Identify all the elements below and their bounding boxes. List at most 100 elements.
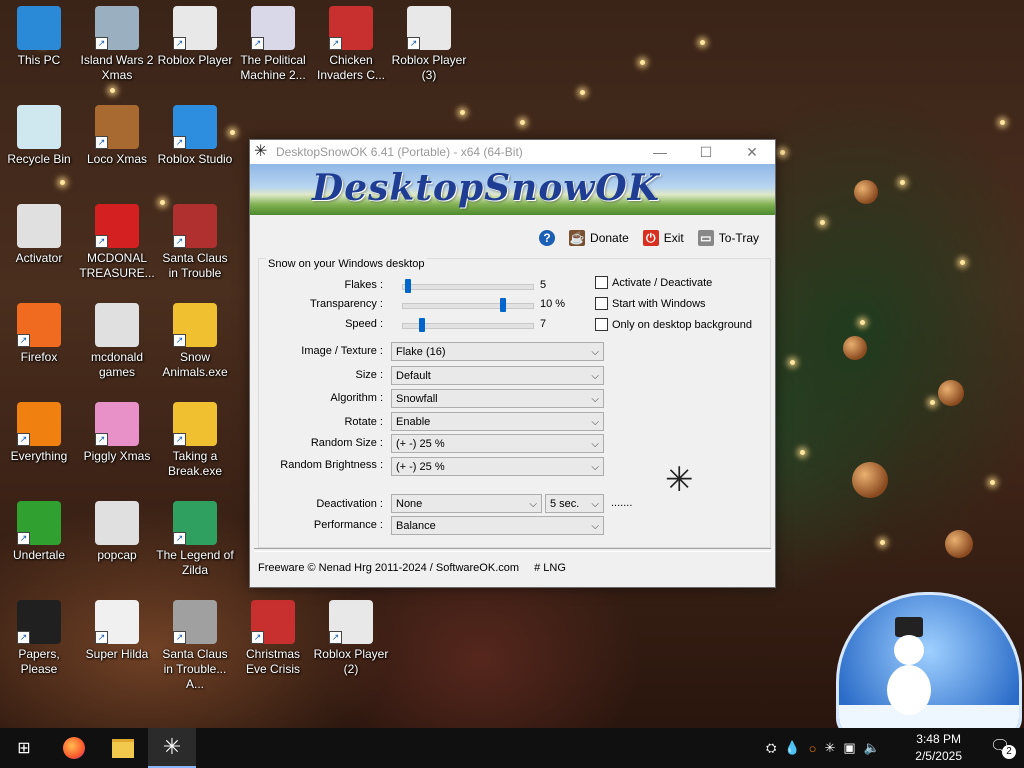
footer: Freeware © Nenad Hrg 2011-2024 / Softwar… — [258, 562, 566, 574]
start-with-windows-checkbox-label: Start with Windows — [612, 297, 706, 310]
desktop-icon[interactable]: ↗ The Political Machine 2... — [234, 6, 312, 83]
taskbar-desktopsnowok[interactable]: ✳ — [148, 728, 196, 768]
wallpaper-light — [110, 88, 115, 93]
flakes-value: 5 — [540, 279, 547, 291]
activate-checkbox-box[interactable] — [595, 276, 608, 289]
desktop-icon[interactable]: ↗ Roblox Player (2) — [312, 600, 390, 677]
desktop-icon[interactable]: Recycle Bin — [0, 105, 78, 167]
wallpaper-light — [60, 180, 65, 185]
help-link[interactable]: ? — [539, 230, 556, 246]
desktop-icon[interactable]: ↗ Roblox Studio — [156, 105, 234, 167]
desktop-icon-label: Super Hilda — [85, 647, 149, 661]
rotate-select[interactable]: Enable ⌵ — [391, 412, 604, 431]
wallpaper-light — [580, 90, 585, 95]
transparency-slider-thumb[interactable] — [500, 298, 506, 312]
deactivation-more-button[interactable]: ....... — [611, 497, 632, 509]
political-machine-icon: ↗ — [251, 6, 295, 50]
desktop-icon[interactable]: ↗ Santa Claus in Trouble — [156, 204, 234, 281]
desktop-icon[interactable]: ↗ Undertale — [0, 501, 78, 563]
title-bar[interactable]: ✳ DesktopSnowOK 6.41 (Portable) - x64 (6… — [250, 140, 775, 164]
flakes-slider[interactable] — [402, 279, 534, 293]
action-center-button[interactable]: 🗨 2 — [990, 736, 1016, 759]
close-button[interactable]: ✕ — [729, 140, 775, 164]
desktop-icon[interactable]: This PC — [0, 6, 78, 68]
image-texture-select[interactable]: Flake (16) ⌵ — [391, 342, 604, 361]
snowman-head — [894, 635, 924, 665]
flakes-slider-thumb[interactable] — [405, 279, 411, 293]
desktop-icon[interactable]: popcap — [78, 501, 156, 563]
desktop-background-checkbox-box[interactable] — [595, 318, 608, 331]
taskbar-clock[interactable]: 3:48 PM 2/5/2025 — [915, 731, 962, 765]
desktop-icon[interactable]: ↗ Papers, Please — [0, 600, 78, 677]
snow-globe-widget[interactable] — [836, 592, 1022, 728]
minimize-button[interactable]: — — [637, 140, 683, 164]
wallpaper-light — [700, 40, 705, 45]
desktop-background-checkbox[interactable]: Only on desktop background — [595, 318, 752, 331]
speed-slider[interactable] — [402, 318, 534, 332]
start-with-windows-checkbox-box[interactable] — [595, 297, 608, 310]
file-icon — [17, 204, 61, 248]
desktop-icon[interactable]: ↗ Santa Claus in Trouble... A... — [156, 600, 234, 692]
desktop-icon[interactable]: ↗ Firefox — [0, 303, 78, 365]
shortcut-arrow-icon: ↗ — [17, 433, 30, 446]
desktop-icon[interactable]: mcdonald games — [78, 303, 156, 380]
wallpaper-light — [930, 400, 935, 405]
desktop-icon[interactable]: ↗ Snow Animals.exe — [156, 303, 234, 380]
desktop-icon[interactable]: ↗ Roblox Player (3) — [390, 6, 468, 83]
donate-link[interactable]: ☕ Donate — [569, 230, 629, 246]
snow-animals-icon: ↗ — [173, 402, 217, 446]
game-icon: ↗ — [95, 6, 139, 50]
donate-label: Donate — [590, 231, 629, 245]
language-link[interactable]: # LNG — [534, 562, 566, 574]
taskbar-file-explorer[interactable] — [99, 728, 147, 768]
random-size-select[interactable]: (+ -) 25 % ⌵ — [391, 434, 604, 453]
water-drop-icon[interactable]: 💧 — [784, 740, 800, 756]
performance-select[interactable]: Balance ⌵ — [391, 516, 604, 535]
size-select[interactable]: Default ⌵ — [391, 366, 604, 385]
wallpaper-light — [780, 150, 785, 155]
volume-icon[interactable]: 🔈 — [864, 740, 880, 756]
exit-link[interactable]: ⏻ Exit — [642, 230, 684, 246]
desktop-icon[interactable]: ↗ Piggly Xmas — [78, 402, 156, 464]
desktop-icon[interactable]: ↗ Super Hilda — [78, 600, 156, 662]
deactivation-time-select[interactable]: 5 sec. ⌵ — [545, 494, 604, 513]
network-devices-icon[interactable]: ⛭ — [766, 740, 776, 756]
app-banner: DesktopSnowOK — [250, 164, 775, 215]
santa-icon: ↗ — [251, 600, 295, 644]
desktop-icon-label: Recycle Bin — [7, 152, 71, 166]
to-tray-label: To-Tray — [718, 231, 759, 245]
speed-slider-thumb[interactable] — [419, 318, 425, 332]
desktop-icon[interactable]: ↗ Loco Xmas — [78, 105, 156, 167]
transparency-slider[interactable] — [402, 298, 534, 312]
shortcut-arrow-icon: ↗ — [17, 631, 30, 644]
snowflake-tray-icon[interactable]: ✳ — [824, 740, 835, 756]
desktop-icon[interactable]: ↗ Taking a Break.exe — [156, 402, 234, 479]
algorithm-select[interactable]: Snowfall ⌵ — [391, 389, 604, 408]
copyright-link[interactable]: Freeware © Nenad Hrg 2011-2024 / Softwar… — [258, 562, 519, 574]
desktop-icon[interactable]: ↗ Christmas Eve Crisis — [234, 600, 312, 677]
window-title: DesktopSnowOK 6.41 (Portable) - x64 (64-… — [276, 145, 523, 159]
desktop-icon[interactable]: ↗ Everything — [0, 402, 78, 464]
chevron-down-icon: ⌵ — [591, 462, 599, 473]
everything-search-icon[interactable]: ○ — [809, 741, 817, 756]
taskbar-firefox[interactable] — [50, 728, 98, 768]
snowman-body — [887, 665, 931, 715]
activate-checkbox[interactable]: Activate / Deactivate — [595, 276, 712, 289]
desktop-icon[interactable]: ↗ Roblox Player — [156, 6, 234, 68]
desktop-icon[interactable]: ↗ Island Wars 2 Xmas — [78, 6, 156, 83]
santa-icon: ↗ — [173, 204, 217, 248]
maximize-button[interactable]: ☐ — [683, 140, 729, 164]
desktop-icon[interactable]: ↗ MCDONAL TREASURE... — [78, 204, 156, 281]
desktop-icon[interactable]: ↗ The Legend of Zilda — [156, 501, 234, 578]
start-with-windows-checkbox[interactable]: Start with Windows — [595, 297, 706, 310]
network-icon[interactable]: ▣ — [843, 740, 855, 756]
wallpaper-ornament — [852, 462, 888, 498]
random-brightness-select[interactable]: (+ -) 25 % ⌵ — [391, 457, 604, 476]
desktop-icon-label: Roblox Player (2) — [313, 647, 389, 676]
shortcut-arrow-icon: ↗ — [251, 631, 264, 644]
to-tray-link[interactable]: ▭ To-Tray — [697, 230, 759, 246]
start-button[interactable]: ⊞ — [0, 728, 48, 768]
deactivation-select[interactable]: None ⌵ — [391, 494, 542, 513]
desktop-icon[interactable]: ↗ Chicken Invaders C... — [312, 6, 390, 83]
desktop-icon[interactable]: Activator — [0, 204, 78, 266]
